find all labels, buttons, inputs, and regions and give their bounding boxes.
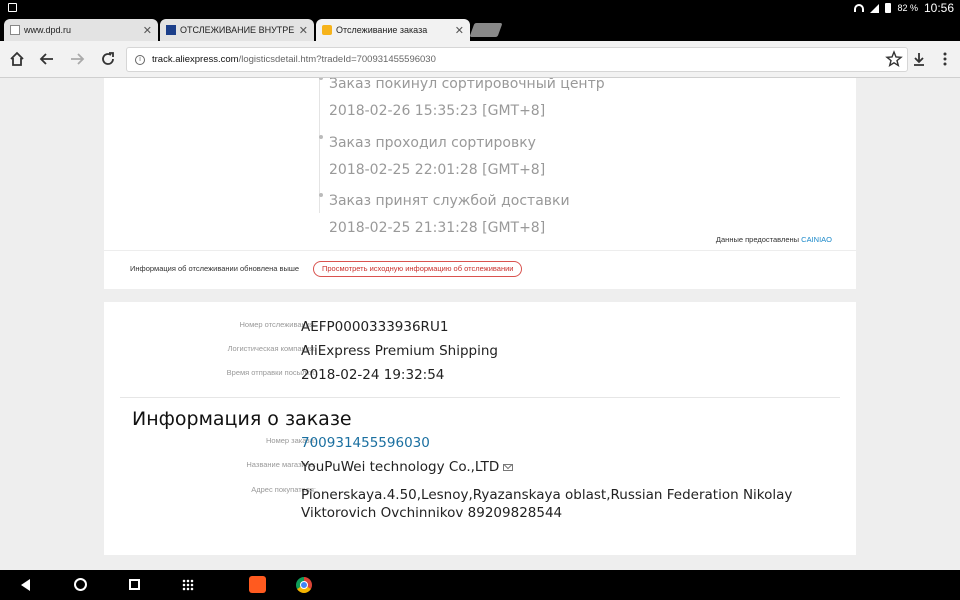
menu-icon[interactable] — [936, 50, 954, 68]
buyer-address: Pionerskaya.4.50,Lesnoy,Ryazanskaya obla… — [301, 487, 793, 521]
bookmark-star-icon[interactable] — [885, 50, 903, 68]
close-tab-icon[interactable]: ✕ — [143, 24, 152, 37]
timeline-time: 2018-02-25 22:01:28 [GMT+8] — [329, 162, 546, 178]
order-info-card: Номер отслеживания: AEFP0000333936RU1 Ло… — [104, 302, 856, 555]
timeline-dot — [319, 78, 323, 80]
tab-strip: www.dpd.ru ✕ ОТСЛЕЖИВАНИЕ ВНУТРЕННЕГО ✕ … — [0, 16, 960, 41]
chrome-app-icon[interactable] — [296, 577, 312, 593]
url-host: track.aliexpress.com — [152, 54, 239, 65]
aliexpress-icon — [322, 25, 332, 35]
store-name-row: YouPuWei technology Co.,LTD — [301, 459, 514, 475]
download-icon[interactable] — [910, 50, 928, 68]
order-info-title: Информация о заказе — [132, 408, 352, 430]
store-name[interactable]: YouPuWei technology Co.,LTD — [301, 459, 499, 475]
provider-link[interactable]: CAINIAO — [801, 235, 832, 244]
data-provider-note: Данные предоставлены CAINIAO — [716, 235, 832, 244]
android-status-bar: 82 % 10:56 — [0, 0, 960, 16]
aliexpress-app-icon[interactable] — [249, 576, 266, 593]
timeline-time: 2018-02-26 15:35:23 [GMT+8] — [329, 103, 546, 119]
timeline-time: 2018-02-25 21:31:28 [GMT+8] — [329, 220, 546, 236]
wifi-icon — [854, 4, 865, 12]
page-icon — [10, 25, 20, 35]
battery-percent: 82 % — [897, 3, 918, 13]
carrier-value: AliExpress Premium Shipping — [301, 343, 498, 359]
timeline-status: Заказ покинул сортировочный центр — [329, 78, 605, 92]
view-original-tracking-button[interactable]: Просмотреть исходную информацию об отсле… — [313, 261, 523, 277]
page-content: Заказ покинул сортировочный центр 2018-0… — [0, 78, 960, 570]
tracking-history-card: Заказ покинул сортировочный центр 2018-0… — [104, 78, 856, 289]
signal-icon — [870, 3, 880, 13]
timeline-item: Заказ принят службой доставки 2018-02-25… — [319, 193, 570, 236]
site-info-icon[interactable]: i — [135, 54, 145, 65]
status-indicators: 82 % 10:56 — [854, 1, 954, 15]
url-path: /logisticsdetail.htm?tradeId=70093145559… — [238, 54, 436, 65]
timeline-dot — [319, 135, 323, 139]
timeline-item: Заказ покинул сортировочный центр 2018-0… — [319, 78, 605, 119]
address-bar[interactable]: i track.aliexpress.com/logisticsdetail.h… — [126, 47, 908, 72]
tracking-17-icon — [166, 25, 176, 35]
new-tab-button[interactable] — [469, 23, 503, 37]
nav-back-icon[interactable] — [20, 578, 31, 592]
divider — [104, 250, 856, 251]
tab-label: Отслеживание заказа — [336, 25, 428, 35]
android-nav-bar — [0, 570, 960, 600]
home-icon[interactable] — [8, 50, 26, 68]
reload-icon[interactable] — [99, 50, 117, 68]
mail-icon[interactable] — [503, 463, 514, 471]
back-icon[interactable] — [38, 50, 56, 68]
sent-time-value: 2018-02-24 19:32:54 — [301, 367, 445, 383]
nav-home-icon[interactable] — [74, 578, 87, 591]
tab-tracking[interactable]: ОТСЛЕЖИВАНИЕ ВНУТРЕННЕГО ✕ — [160, 19, 314, 41]
timeline-status: Заказ проходил сортировку — [329, 135, 536, 151]
timeline-status: Заказ принят службой доставки — [329, 193, 570, 209]
close-tab-icon[interactable]: ✕ — [299, 24, 308, 37]
tab-label: ОТСЛЕЖИВАНИЕ ВНУТРЕННЕГО — [180, 25, 295, 35]
browser-toolbar: i track.aliexpress.com/logisticsdetail.h… — [0, 41, 960, 78]
tab-label: www.dpd.ru — [24, 25, 72, 35]
tab-order-tracking[interactable]: Отслеживание заказа ✕ — [316, 19, 470, 41]
timeline-item: Заказ проходил сортировку 2018-02-25 22:… — [319, 135, 546, 178]
timeline-dot — [319, 193, 323, 197]
provider-label: Данные предоставлены — [715, 235, 800, 244]
tracking-number: AEFP0000333936RU1 — [301, 319, 449, 335]
clock: 10:56 — [923, 1, 954, 15]
nav-recents-icon[interactable] — [129, 579, 140, 590]
section-divider — [120, 397, 840, 398]
notification-icon — [8, 3, 17, 12]
app-drawer-icon[interactable] — [182, 579, 194, 591]
update-note: Информация об отслеживании обновлена выш… — [130, 264, 300, 273]
order-number-link[interactable]: 700931455596030 — [301, 435, 430, 451]
battery-icon — [885, 3, 892, 13]
forward-icon[interactable] — [68, 50, 86, 68]
close-tab-icon[interactable]: ✕ — [455, 24, 464, 37]
tab-dpd[interactable]: www.dpd.ru ✕ — [4, 19, 158, 41]
